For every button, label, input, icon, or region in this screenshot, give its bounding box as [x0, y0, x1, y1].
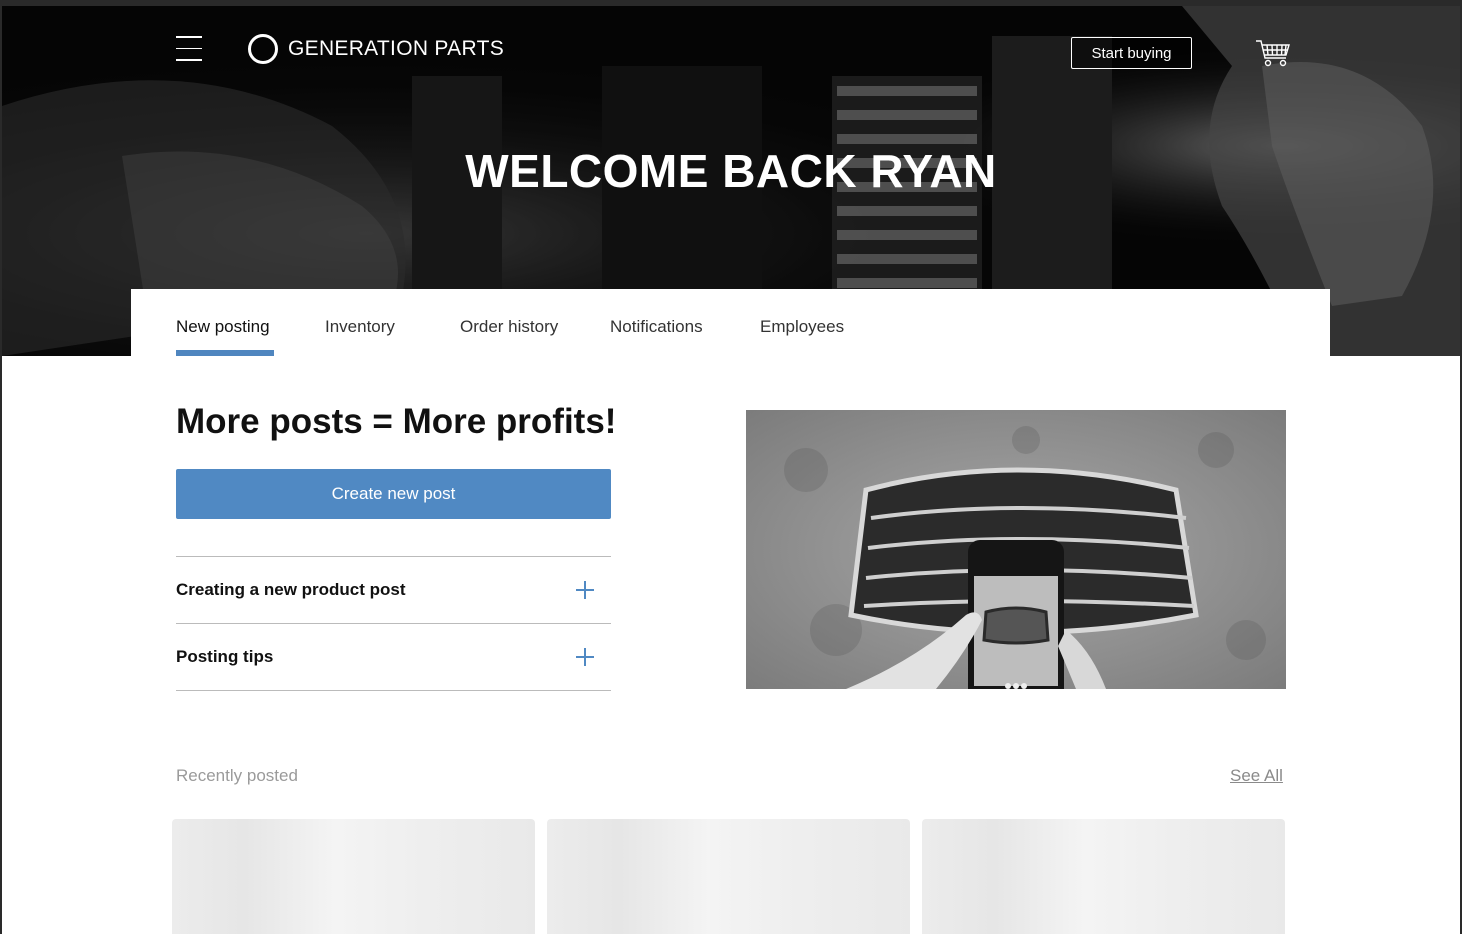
create-new-post-button[interactable]: Create new post	[176, 469, 611, 519]
brand-name: GENERATION PARTS	[288, 37, 504, 60]
recent-post-card-placeholder[interactable]	[922, 819, 1285, 934]
active-tab-indicator	[176, 350, 274, 356]
hamburger-menu-icon[interactable]	[176, 36, 204, 66]
shopping-cart-icon[interactable]	[1255, 38, 1291, 68]
help-accordion: Creating a new product post Posting tips	[176, 556, 611, 691]
recently-posted-heading: Recently posted	[176, 766, 298, 785]
see-all-link[interactable]: See All	[1230, 766, 1283, 786]
welcome-title: WELCOME BACK RYAN	[465, 145, 997, 197]
brand-logo[interactable]: GENERATION PARTS	[248, 34, 504, 64]
tab-bar: New posting Inventory Order history Noti…	[131, 289, 1330, 356]
plus-icon[interactable]	[576, 581, 594, 599]
accordion-item-creating-post[interactable]: Creating a new product post	[176, 557, 611, 624]
recent-post-card-placeholder[interactable]	[172, 819, 535, 934]
accordion-item-label: Creating a new product post	[176, 580, 406, 599]
accordion-item-posting-tips[interactable]: Posting tips	[176, 624, 611, 691]
recent-post-card-placeholder[interactable]	[547, 819, 910, 934]
tab-order-history[interactable]: Order history	[460, 317, 558, 356]
tab-inventory[interactable]: Inventory	[325, 317, 395, 356]
start-buying-button[interactable]: Start buying	[1071, 37, 1192, 69]
page-headline: More posts = More profits!	[176, 402, 617, 441]
ring-logo-icon	[248, 34, 278, 64]
plus-icon[interactable]	[576, 648, 594, 666]
promo-photo-phone-grille	[746, 410, 1286, 689]
accordion-item-label: Posting tips	[176, 647, 274, 666]
tab-employees[interactable]: Employees	[760, 317, 844, 356]
tab-notifications[interactable]: Notifications	[610, 317, 703, 356]
